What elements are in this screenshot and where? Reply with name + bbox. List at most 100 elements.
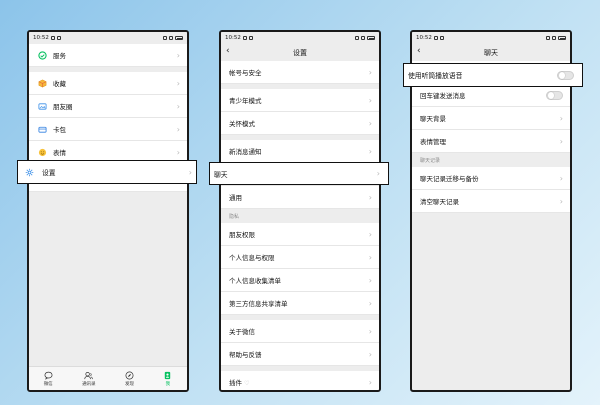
chevron-right-icon: › xyxy=(376,169,380,178)
wifi-icon xyxy=(169,36,173,40)
chevron-right-icon: › xyxy=(368,67,372,77)
chevron-right-icon: › xyxy=(559,136,563,146)
settings-item-label: 青少年模式 xyxy=(229,97,262,105)
highlight-chat-item[interactable]: 聊天 › xyxy=(209,162,389,185)
chat-item-label: 聊天记录迁移与备份 xyxy=(420,175,479,183)
settings-item-label: 帮助与反馈 xyxy=(229,351,262,359)
notification-icon xyxy=(56,36,61,40)
chat-item-sticker-management[interactable]: 表情管理 › xyxy=(412,130,570,153)
earpiece-voice-toggle[interactable] xyxy=(557,70,574,80)
moments-image-icon xyxy=(37,101,47,111)
settings-item-personal-info-collection[interactable]: 个人信息收集清单 › xyxy=(221,269,379,292)
back-arrow-icon[interactable]: ‹ xyxy=(417,46,421,56)
notification-icon xyxy=(50,36,55,40)
chat-item-label: 回车键发送消息 xyxy=(420,92,466,100)
chat-item-history-backup[interactable]: 聊天记录迁移与备份 › xyxy=(412,167,570,190)
chevron-right-icon: › xyxy=(368,146,372,156)
menu-item-label: 朋友圈 xyxy=(53,103,73,111)
tab-contacts[interactable]: 通讯录 xyxy=(82,371,96,387)
nav-bar: ‹ 设置 xyxy=(221,44,379,61)
chevron-right-icon: › xyxy=(368,326,372,336)
settings-item-label: 个人信息与权限 xyxy=(229,254,275,262)
card-wallet-icon xyxy=(37,124,47,134)
chat-item-label: 表情管理 xyxy=(420,138,446,146)
settings-item-about-wechat[interactable]: 关于微信 › xyxy=(221,320,379,343)
back-arrow-icon[interactable]: ‹ xyxy=(226,46,230,56)
chevron-right-icon: › xyxy=(368,298,372,308)
settings-item-label: 帐号与安全 xyxy=(229,69,262,77)
settings-item-label: 新消息通知 xyxy=(229,148,262,156)
chevron-right-icon: › xyxy=(559,113,563,123)
menu-item-service[interactable]: 服务 › xyxy=(29,44,187,67)
settings-item-label: 关怀模式 xyxy=(229,120,255,128)
chevron-right-icon: › xyxy=(176,50,180,60)
notification-icon xyxy=(433,36,438,40)
chat-item-enter-to-send[interactable]: 回车键发送消息 xyxy=(412,84,570,107)
sticker-smile-icon xyxy=(37,147,47,157)
earpiece-voice-label: 使用听筒播放语音 xyxy=(408,72,463,80)
contacts-icon xyxy=(84,371,93,379)
section-header-privacy: 隐私 xyxy=(221,209,379,223)
chevron-right-icon: › xyxy=(176,147,180,157)
settings-item-label: 个人信息收集清单 xyxy=(229,277,281,285)
highlight-earpiece-voice-item[interactable]: 使用听筒播放语音 xyxy=(403,63,583,87)
settings-item-third-party-sharing[interactable]: 第三方信息共享清单 › xyxy=(221,292,379,315)
wifi-icon xyxy=(361,36,365,40)
chevron-right-icon: › xyxy=(368,349,372,359)
menu-item-label: 服务 xyxy=(53,52,66,60)
status-bar: 10:52 xyxy=(412,32,570,44)
signal-icon xyxy=(355,36,359,40)
settings-item-label: 关于微信 xyxy=(229,328,255,336)
chevron-right-icon: › xyxy=(176,101,180,111)
settings-item-care-mode[interactable]: 关怀模式 › xyxy=(221,112,379,135)
nav-bar: ‹ 聊天 xyxy=(412,44,570,61)
settings-item-plugins[interactable]: 插件 ♡ › xyxy=(221,371,379,390)
menu-item-moments[interactable]: 朋友圈 › xyxy=(29,95,187,118)
chat-item-clear-history[interactable]: 清空聊天记录 › xyxy=(412,190,570,213)
settings-item-general[interactable]: 通用 › xyxy=(221,186,379,209)
phone-screen-me: 10:52 服务 › 收藏 › 朋友圈 › 卡包 › 表情 › 微信 通讯录 发… xyxy=(27,30,189,392)
status-time: 10:52 xyxy=(33,35,49,41)
settings-item-teen-mode[interactable]: 青少年模式 › xyxy=(221,89,379,112)
chevron-right-icon: › xyxy=(559,196,563,206)
plugin-icon: ♡ xyxy=(244,380,250,387)
battery-icon xyxy=(367,36,375,40)
chevron-right-icon: › xyxy=(368,192,372,202)
status-bar: 10:52 xyxy=(221,32,379,44)
notification-icon xyxy=(242,36,247,40)
chat-item-label: 清空聊天记录 xyxy=(420,198,459,206)
chevron-right-icon: › xyxy=(176,78,180,88)
section-header-chat-history: 聊天记录 xyxy=(412,153,570,167)
settings-item-help-feedback[interactable]: 帮助与反馈 › xyxy=(221,343,379,366)
tab-label: 微信 xyxy=(43,381,53,387)
notification-icon xyxy=(439,36,444,40)
settings-gear-icon xyxy=(25,168,34,177)
settings-label: 设置 xyxy=(42,169,56,177)
tab-chats[interactable]: 微信 xyxy=(44,371,53,387)
menu-item-favorites[interactable]: 收藏 › xyxy=(29,72,187,95)
service-icon xyxy=(37,50,47,60)
enter-to-send-toggle[interactable] xyxy=(546,90,563,100)
signal-icon xyxy=(546,36,550,40)
tab-me[interactable]: 我 xyxy=(163,371,172,387)
settings-item-account-security[interactable]: 帐号与安全 › xyxy=(221,61,379,84)
menu-item-card-wallet[interactable]: 卡包 › xyxy=(29,118,187,141)
phone-screen-settings: 10:52 ‹ 设置 帐号与安全 › 青少年模式 › 关怀模式 › 新消息通知 › 通用… xyxy=(219,30,381,392)
settings-item-friend-permissions[interactable]: 朋友权限 › xyxy=(221,223,379,246)
chat-label: 聊天 xyxy=(214,170,228,179)
tab-label: 我 xyxy=(165,381,171,387)
favorites-cube-icon xyxy=(37,78,47,88)
settings-item-label: 朋友权限 xyxy=(229,231,255,239)
chat-item-chat-background[interactable]: 聊天背景 › xyxy=(412,107,570,130)
notification-icon xyxy=(248,36,253,40)
settings-item-new-message-notification[interactable]: 新消息通知 › xyxy=(221,140,379,163)
page-title: 聊天 xyxy=(484,48,498,57)
me-person-icon xyxy=(165,371,171,379)
settings-item-label: 第三方信息共享清单 xyxy=(229,300,288,308)
highlight-settings-item[interactable]: 设置 › xyxy=(17,160,197,184)
chevron-right-icon: › xyxy=(368,377,372,387)
battery-icon xyxy=(558,36,566,40)
status-bar: 10:52 xyxy=(29,32,187,44)
tab-discover[interactable]: 发现 xyxy=(125,371,134,387)
settings-item-personal-info-permissions[interactable]: 个人信息与权限 › xyxy=(221,246,379,269)
